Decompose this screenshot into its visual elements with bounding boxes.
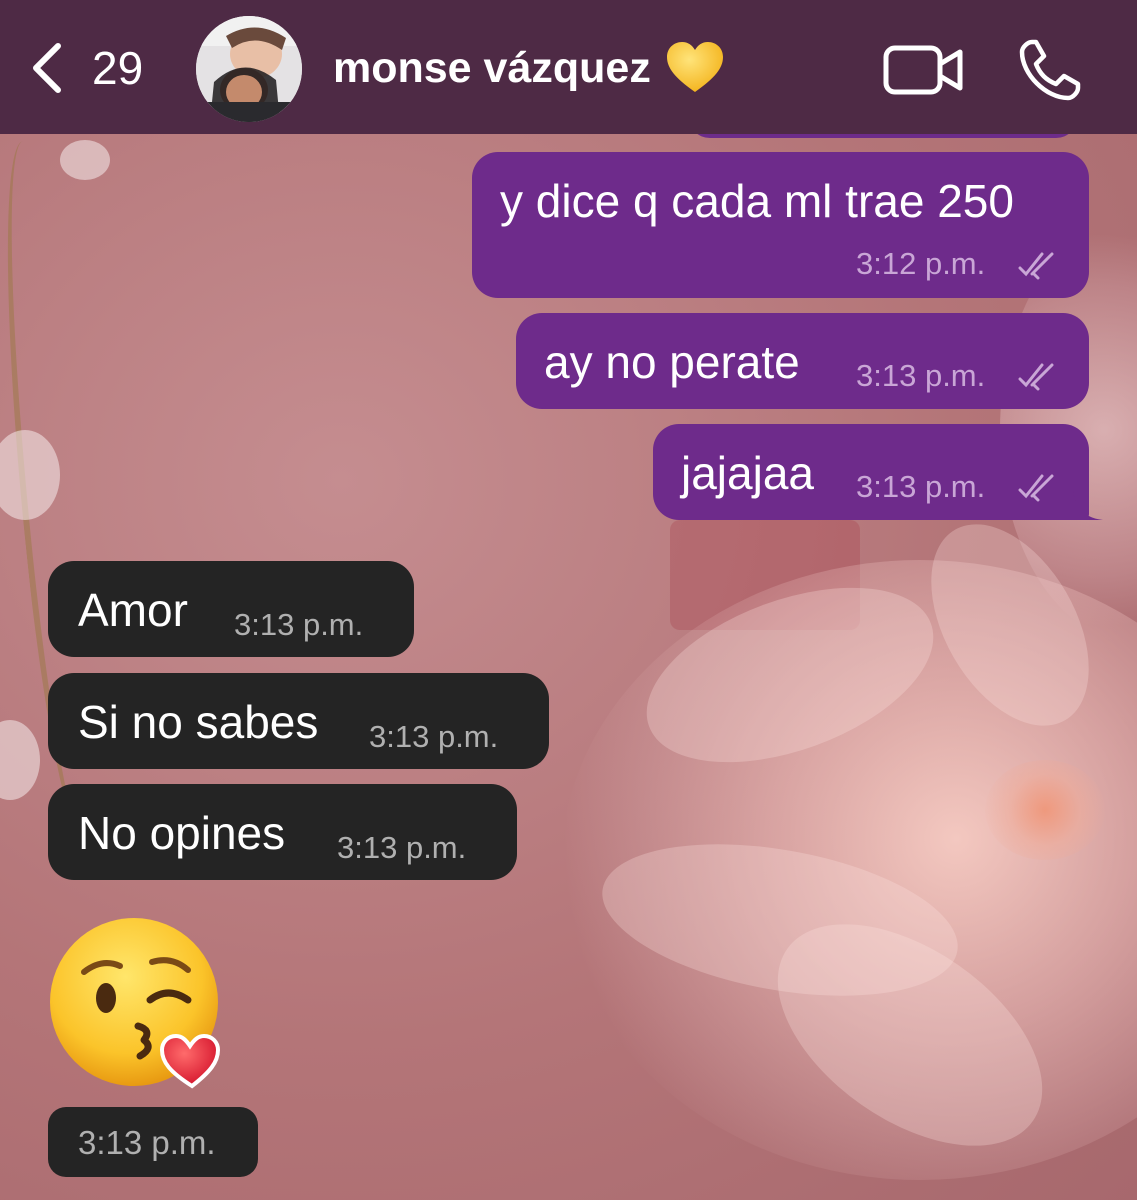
read-receipt-icon bbox=[1018, 363, 1054, 391]
incoming-message[interactable]: No opines 3:13 p.m. bbox=[48, 784, 517, 880]
chat-header: 29 monse vázquez bbox=[0, 0, 1137, 134]
video-camera-icon[interactable] bbox=[882, 42, 966, 98]
outgoing-message[interactable]: ay no perate 3:13 p.m. bbox=[516, 313, 1089, 409]
outgoing-message[interactable]: jajajaa 3:13 p.m. bbox=[653, 424, 1103, 520]
incoming-message[interactable]: Amor 3:13 p.m. bbox=[48, 561, 414, 657]
back-button[interactable]: 29 bbox=[22, 38, 143, 98]
message-text: ay no perate bbox=[544, 336, 800, 388]
contact-name[interactable]: monse vázquez bbox=[333, 40, 725, 96]
emoji-message-time: 3:13 p.m. bbox=[48, 1107, 258, 1177]
message-time: 3:12 p.m. bbox=[856, 246, 986, 281]
kissing-face-emoji-icon[interactable] bbox=[48, 916, 224, 1092]
chevron-left-icon bbox=[33, 43, 61, 93]
message-time: 3:13 p.m. bbox=[856, 358, 986, 393]
phone-icon[interactable] bbox=[1018, 38, 1082, 102]
message-time: 3:13 p.m. bbox=[234, 607, 364, 642]
message-text: Amor bbox=[78, 584, 188, 636]
yellow-heart-icon bbox=[666, 42, 723, 92]
message-time: 3:13 p.m. bbox=[78, 1124, 216, 1161]
read-receipt-icon bbox=[1018, 252, 1054, 280]
message-time: 3:13 p.m. bbox=[337, 830, 467, 865]
message-text: No opines bbox=[78, 807, 286, 859]
unread-count: 29 bbox=[92, 42, 144, 94]
bubble-tail bbox=[1073, 490, 1103, 520]
message-text: y dice q cada ml trae 250 bbox=[500, 175, 1014, 227]
avatar[interactable] bbox=[196, 16, 302, 122]
message-list: y dice q cada ml trae 250 3:12 p.m. ay n… bbox=[0, 0, 1137, 1200]
message-time: 3:13 p.m. bbox=[856, 469, 986, 504]
incoming-message[interactable]: Si no sabes 3:13 p.m. bbox=[48, 673, 549, 769]
message-text: Si no sabes bbox=[78, 696, 319, 748]
message-time: 3:13 p.m. bbox=[369, 719, 499, 754]
outgoing-message[interactable]: y dice q cada ml trae 250 3:12 p.m. bbox=[472, 152, 1089, 298]
message-text: jajajaa bbox=[681, 447, 814, 499]
contact-name-text: monse vázquez bbox=[333, 43, 651, 92]
read-receipt-icon bbox=[1018, 474, 1054, 502]
